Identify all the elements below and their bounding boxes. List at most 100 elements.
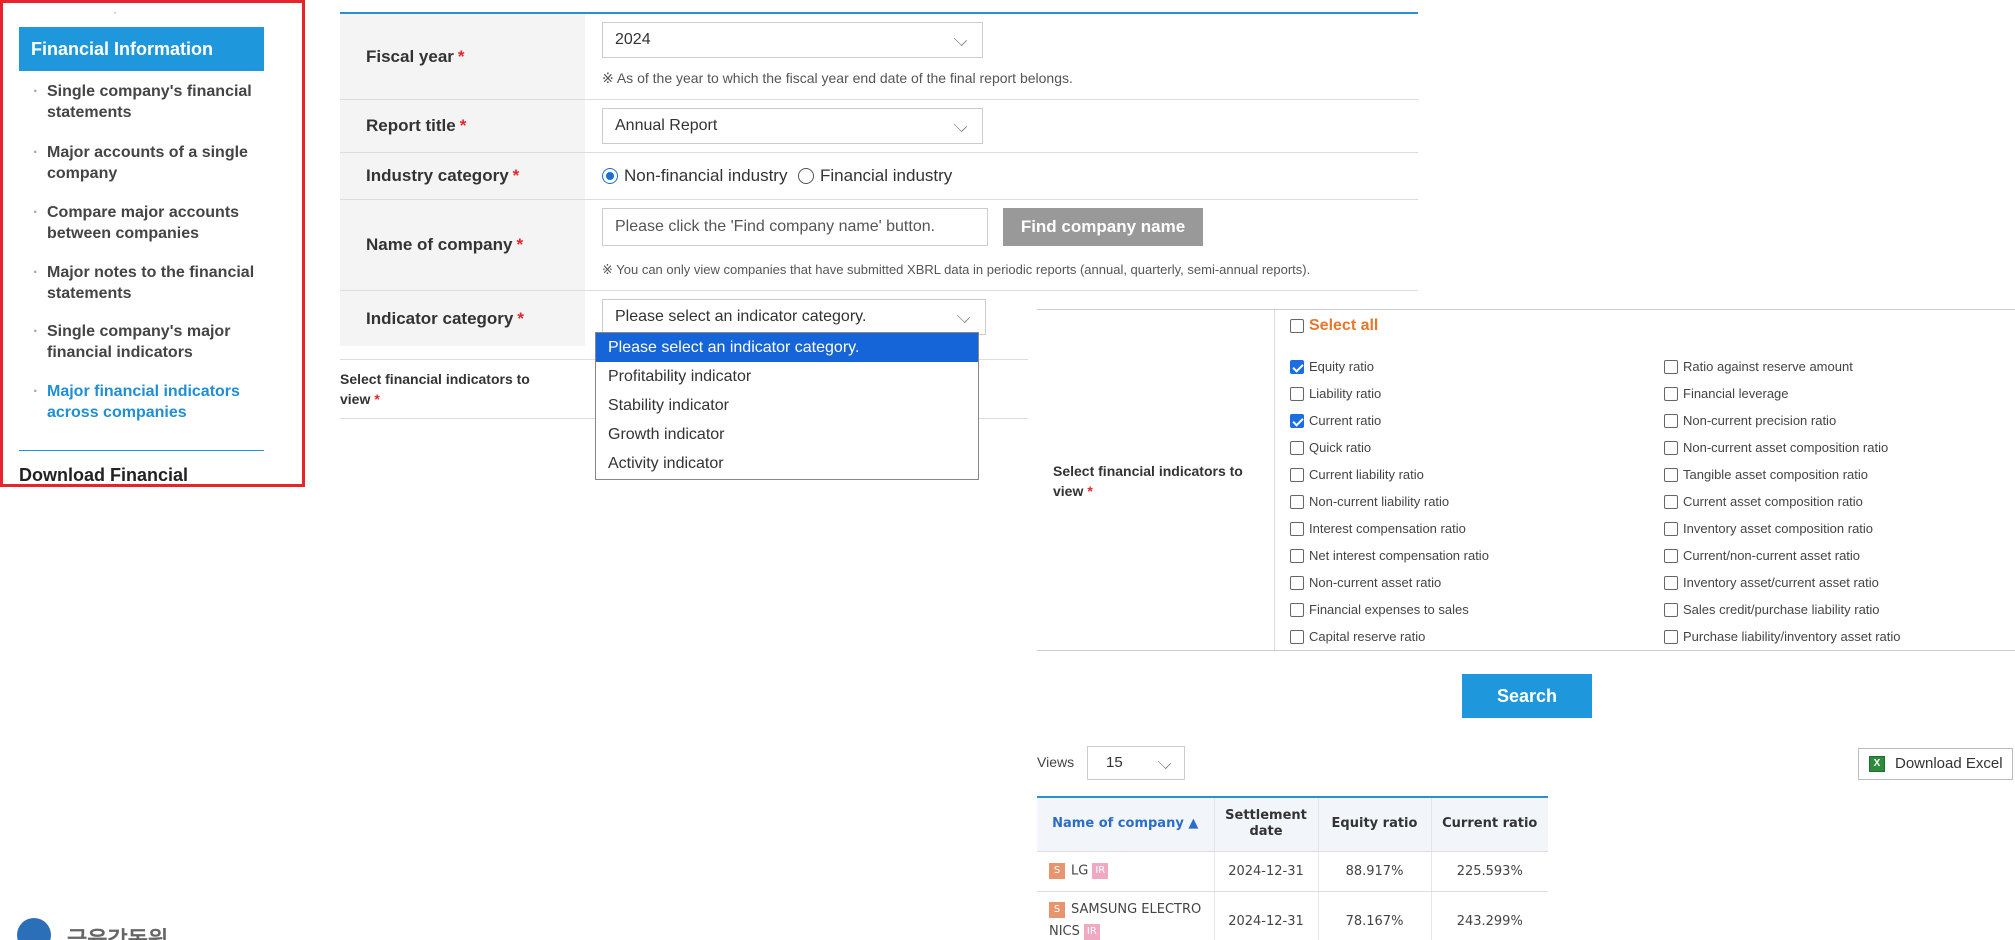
find-company-name-button[interactable]: Find company name <box>1003 208 1203 246</box>
select-indicators-label: Select financial indicators to view * <box>340 369 560 409</box>
download-excel-label: Download Excel <box>1895 755 2003 772</box>
sidebar-item-single-major-indicators[interactable]: · Single company's major financial indic… <box>29 321 269 363</box>
views-value: 15 <box>1106 754 1123 771</box>
sidebar-item-major-indicators-across[interactable]: · Major financial indicators across comp… <box>29 381 269 423</box>
ir-badge[interactable]: IR <box>1092 863 1109 879</box>
dropdown-option-stability[interactable]: Stability indicator <box>596 391 978 420</box>
equity-ratio-cell: 88.917% <box>1318 851 1432 892</box>
required-mark: * <box>459 116 467 135</box>
company-name-cont[interactable]: NICS <box>1049 924 1080 939</box>
indicator-checkbox-label: Quick ratio <box>1309 440 1372 455</box>
indicator-category-value: Please select an indicator category. <box>615 308 867 325</box>
table-row[interactable]: S LG IR 2024-12-31 88.917% 225.593% <box>1037 851 1548 892</box>
indicator-checkbox-label: Non-current precision ratio <box>1683 413 1837 428</box>
indicator-checkbox[interactable]: Ratio against reserve amount <box>1664 359 1853 374</box>
dropdown-option-placeholder[interactable]: Please select an indicator category. <box>596 333 978 362</box>
indicator-checkbox[interactable]: Quick ratio <box>1290 440 1371 455</box>
checkbox-icon <box>1664 440 1678 455</box>
indicator-checkbox[interactable]: Current liability ratio <box>1290 467 1424 482</box>
checkbox-icon <box>1664 413 1678 428</box>
indicator-checkbox[interactable]: Non-current precision ratio <box>1664 413 1836 428</box>
indicator-checkbox[interactable]: Sales credit/purchase liability ratio <box>1664 602 1880 617</box>
dropdown-option-profitability[interactable]: Profitability indicator <box>596 362 978 391</box>
checkbox-icon <box>1290 521 1304 536</box>
indicator-checkbox[interactable]: Liability ratio <box>1290 386 1381 401</box>
sidebar-item-download-financial[interactable]: Download Financial <box>19 465 188 484</box>
company-name-note: ※ You can only view companies that have … <box>602 262 1311 277</box>
search-button[interactable]: Search <box>1462 674 1592 718</box>
ir-badge[interactable]: IR <box>1083 923 1100 940</box>
indicator-checkbox[interactable]: Tangible asset composition ratio <box>1664 467 1868 482</box>
checkbox-icon <box>1664 386 1678 401</box>
indicator-checkbox[interactable]: Non-current asset composition ratio <box>1664 440 1888 455</box>
indicator-checkbox[interactable]: Capital reserve ratio <box>1290 629 1425 644</box>
indicator-checkbox[interactable]: Interest compensation ratio <box>1290 521 1466 536</box>
sidebar-item-label: Compare major accounts between companies <box>47 204 240 242</box>
radio-selected-icon <box>602 168 618 184</box>
sidebar-item-label: Single company's major financial indicat… <box>47 323 231 361</box>
indicator-checkbox[interactable]: Non-current asset ratio <box>1290 575 1441 590</box>
views-select[interactable]: 15 <box>1087 746 1185 780</box>
indicator-checkbox[interactable]: Inventory asset composition ratio <box>1664 521 1873 536</box>
indicator-category-select[interactable]: Please select an indicator category. <box>602 299 986 335</box>
report-title-select[interactable]: Annual Report <box>602 108 983 144</box>
report-title-row: Report title * Annual Report <box>340 100 1418 153</box>
checkbox-icon <box>1290 440 1304 455</box>
indicator-checkbox-label: Equity ratio <box>1309 359 1375 374</box>
indicator-checkbox-label: Non-current liability ratio <box>1309 494 1450 509</box>
indicator-checkbox-panel: Select financial indicators to view * Sel… <box>1037 309 2015 651</box>
indicator-checkbox[interactable]: Inventory asset/current asset ratio <box>1664 575 1879 590</box>
results-table: Name of company ▲ Settlement date Equity… <box>1037 796 1548 940</box>
indicator-checkbox-label: Liability ratio <box>1309 386 1382 401</box>
sidebar-item-major-notes[interactable]: · Major notes to the financial statement… <box>29 262 269 304</box>
indicator-category-dropdown[interactable]: Please select an indicator category. Pro… <box>595 332 979 480</box>
dropdown-option-activity[interactable]: Activity indicator <box>596 449 978 478</box>
indicator-checkbox[interactable]: Current/non-current asset ratio <box>1664 548 1860 563</box>
indicator-checkbox[interactable]: Equity ratio <box>1290 359 1374 374</box>
company-name-input[interactable]: Please click the 'Find company name' but… <box>602 208 988 246</box>
company-cell[interactable]: S LG IR <box>1037 851 1215 892</box>
select-all-checkbox[interactable]: Select all <box>1290 317 1378 335</box>
checkbox-icon <box>1290 467 1304 482</box>
logo-text: 금융감독원 <box>67 927 169 940</box>
chevron-down-icon <box>956 309 971 324</box>
indicator-checkbox-label: Inventory asset/current asset ratio <box>1683 575 1879 590</box>
fiscal-year-select[interactable]: 2024 <box>602 22 983 58</box>
column-header-company[interactable]: Name of company ▲ <box>1037 797 1215 852</box>
download-excel-button[interactable]: X Download Excel <box>1858 748 2013 780</box>
chevron-down-icon <box>1157 755 1172 770</box>
radio-non-financial-industry[interactable]: Non-financial industry <box>602 166 787 186</box>
indicator-checkbox[interactable]: Net interest compensation ratio <box>1290 548 1489 563</box>
checkbox-checked-icon <box>1290 413 1304 428</box>
indicator-checkbox[interactable]: Financial leverage <box>1664 386 1789 401</box>
indicator-checkbox[interactable]: Purchase liability/inventory asset ratio <box>1664 629 1901 644</box>
checkbox-icon <box>1664 629 1678 644</box>
indicator-checkbox-label: Financial leverage <box>1683 386 1789 401</box>
indicator-checkbox[interactable]: Current ratio <box>1290 413 1381 428</box>
indicator-checkbox[interactable]: Financial expenses to sales <box>1290 602 1469 617</box>
checkbox-icon <box>1664 548 1678 563</box>
indicator-category-label-text: Indicator category <box>366 308 514 328</box>
company-name[interactable]: SAMSUNG ELECTRO <box>1071 902 1201 917</box>
bullet: · <box>33 383 39 400</box>
current-ratio-cell: 225.593% <box>1431 851 1548 892</box>
sidebar-header-financial-information[interactable]: Financial Information <box>19 27 264 71</box>
current-ratio-cell: 243.299% <box>1431 891 1548 940</box>
indicator-checkbox[interactable]: Non-current liability ratio <box>1290 494 1449 509</box>
company-cell[interactable]: S SAMSUNG ELECTRO NICS IR <box>1037 891 1215 940</box>
radio-financial-industry[interactable]: Financial industry <box>798 166 952 186</box>
equity-ratio-cell: 78.167% <box>1318 891 1432 940</box>
sidebar-item-label: Major accounts of a single company <box>47 144 248 182</box>
radio-label: Non-financial industry <box>624 166 788 185</box>
indicator-checkbox[interactable]: Current asset composition ratio <box>1664 494 1863 509</box>
dropdown-option-growth[interactable]: Growth indicator <box>596 420 978 449</box>
sidebar-dot: · <box>113 5 117 19</box>
table-row[interactable]: S SAMSUNG ELECTRO NICS IR 2024-12-31 78.16… <box>1037 891 1548 940</box>
sidebar-item-major-accounts-single[interactable]: · Major accounts of a single company <box>29 142 269 184</box>
checkbox-icon <box>1290 548 1304 563</box>
sidebar-item-compare-major-accounts[interactable]: · Compare major accounts between compani… <box>29 202 269 244</box>
required-mark: * <box>457 46 465 66</box>
column-header-equity-ratio: Equity ratio <box>1318 797 1432 852</box>
company-name[interactable]: LG <box>1071 864 1088 879</box>
sidebar-item-single-financial-statements[interactable]: · Single company's financial statements <box>29 81 269 123</box>
